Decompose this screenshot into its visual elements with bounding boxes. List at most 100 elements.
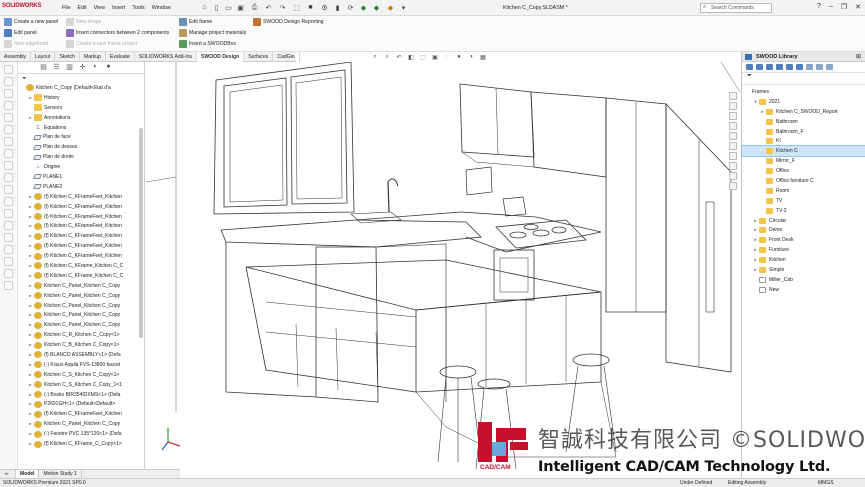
dropdown-icon[interactable]: ▾ (399, 3, 408, 12)
menu-tools[interactable]: Tools (132, 5, 144, 11)
tree-item[interactable]: Sensors (18, 103, 144, 113)
tool-icon[interactable] (4, 209, 13, 218)
tree-item[interactable]: ▸ (-) Kraus Aquila FVS-13800 faucet (18, 360, 144, 370)
tree-item[interactable]: ▸ History (18, 93, 144, 103)
library-item[interactable]: KI (742, 136, 865, 146)
expand-arrow-icon[interactable]: ▸ (752, 257, 759, 263)
tree-item[interactable]: ⊥ Origine (18, 162, 144, 172)
tab-model[interactable]: Model (16, 470, 40, 478)
redo-icon[interactable]: ↷ (278, 3, 287, 12)
expand-arrow-icon[interactable]: ▸ (759, 109, 766, 115)
swood-cam-icon[interactable]: ◆ (372, 3, 381, 12)
tab-markup[interactable]: Markup (80, 52, 106, 62)
expand-arrow-icon[interactable]: ▸ (27, 233, 34, 239)
help-icon[interactable]: ? (817, 3, 821, 11)
expand-arrow-icon[interactable]: ▸ (27, 322, 34, 328)
insert-connectors-button[interactable]: Insert connectors between 2 components (66, 28, 169, 37)
select-icon[interactable]: ⬚ (292, 3, 301, 12)
sync-icon[interactable]: ⟳ (346, 3, 355, 12)
expand-arrow-icon[interactable]: ▸ (27, 283, 34, 289)
expand-arrow-icon[interactable]: ▸ (27, 352, 34, 358)
library-item[interactable]: ▸ Demo (742, 225, 865, 235)
zoom-fit-icon[interactable]: ⌕ (370, 54, 380, 63)
manage-materials-button[interactable]: Manage project materials (179, 28, 246, 37)
tool-icon[interactable] (4, 101, 13, 110)
tool-icon[interactable] (4, 233, 13, 242)
scene-icon[interactable]: ◑ (466, 54, 476, 63)
library-item[interactable]: Office furniture C (742, 176, 865, 186)
tool-icon[interactable] (4, 161, 13, 170)
appearance-icon[interactable]: ● (103, 63, 114, 73)
tab-motion-study[interactable]: Motion Study 1 (39, 470, 82, 478)
previous-view-icon[interactable]: ↶ (394, 54, 404, 63)
tree-item[interactable]: ▸ Kitchen C_Panel_Kitchen C_Copy (18, 301, 144, 311)
task-pane-tab[interactable] (729, 122, 737, 130)
library-item[interactable]: Bathroom (742, 117, 865, 127)
menu-edit[interactable]: Edit (78, 5, 87, 11)
tree-item[interactable]: Σ Equations (18, 123, 144, 133)
expand-arrow-icon[interactable]: ▸ (27, 421, 34, 427)
tree-item[interactable]: ▸ Kitchen C_Panel_Kitchen C_Copy (18, 281, 144, 291)
library-item[interactable]: ▸ Circular (742, 216, 865, 226)
library-item[interactable]: ▸ Front Desk (742, 235, 865, 245)
tree-item[interactable]: ▸ (f) Kitchen C_KFrameFeet_Kitchen (18, 231, 144, 241)
tree-item[interactable]: ▸ Kitchen C_S_Kitchen C_Copy<1> (18, 370, 144, 380)
library-filter-icon[interactable]: ⏷ (742, 73, 865, 85)
tree-item[interactable]: ▸ Kitchen C_Panel_Kitchen C_Copy (18, 419, 144, 429)
scroll-left-icon[interactable]: ◂▸ (0, 470, 16, 478)
library-item[interactable]: ▸ Furniture (742, 245, 865, 255)
swood-report-icon[interactable]: ◆ (386, 3, 395, 12)
expand-arrow-icon[interactable]: ▸ (27, 401, 34, 407)
crosshair-icon[interactable]: ✛ (77, 63, 88, 73)
library-item[interactable]: Kitchen C (741, 145, 865, 158)
undo-icon[interactable]: ↶ (264, 3, 273, 12)
menu-window[interactable]: Window (152, 5, 171, 11)
expand-arrow-icon[interactable]: ▸ (27, 312, 34, 318)
menu-insert[interactable]: Insert (112, 5, 125, 11)
expand-arrow-icon[interactable]: ▸ (27, 303, 34, 309)
display-manager-icon[interactable]: ◐ (90, 63, 101, 73)
frame-library-icon[interactable] (776, 64, 783, 70)
tree-item[interactable]: PLANE2 (18, 182, 144, 192)
tree-item[interactable]: ▸ (f) Kitchen C_KFrameFeet_Kitchen (18, 202, 144, 212)
view-orientation-icon[interactable]: ⬚ (418, 54, 428, 63)
tree-item[interactable]: ▸ (-) Fenetre PVC 135*120<1> (Defa (18, 429, 144, 439)
tool-icon[interactable] (4, 137, 13, 146)
expand-arrow-icon[interactable]: ▸ (752, 218, 759, 224)
tree-item[interactable]: ▸ Kitchen C_S_Kitchen C_Copy_1<1 (18, 380, 144, 390)
tree-item[interactable]: ▸ (f) BLANCO ASSEMBLY<1> (Defa (18, 350, 144, 360)
expand-arrow-icon[interactable]: ▸ (27, 95, 34, 101)
tool-icon[interactable] (4, 65, 13, 74)
view-settings-icon[interactable]: ▦ (478, 54, 488, 63)
graphics-area[interactable] (146, 62, 740, 469)
library-item[interactable]: TV (742, 196, 865, 206)
tab-sketch[interactable]: Sketch (55, 52, 80, 62)
tool-icon[interactable] (4, 197, 13, 206)
expand-arrow-icon[interactable]: ▸ (27, 382, 34, 388)
library-item[interactable]: New (742, 285, 865, 295)
tree-item[interactable]: ▸ Annotations (18, 113, 144, 123)
home-library-icon[interactable] (746, 64, 753, 70)
expand-arrow-icon[interactable]: ▸ (752, 227, 759, 233)
tab-assembly[interactable]: Assembly (0, 52, 32, 62)
swood-icon[interactable]: ◆ (359, 3, 368, 12)
library-item[interactable]: Mirror_F (742, 156, 865, 166)
expand-arrow-icon[interactable]: ▸ (27, 223, 34, 229)
tree-item[interactable]: ▸ (f) Kitchen C_KFrame_C_Copy<1> (18, 439, 144, 449)
tool-icon[interactable] (4, 245, 13, 254)
new-document-icon[interactable]: ▯ (212, 3, 221, 12)
property-manager-icon[interactable]: ☰ (51, 63, 62, 73)
tool-icon[interactable] (4, 149, 13, 158)
tree-item[interactable]: ▸ (f) Kitchen C_KFrameFeet_Kitchen (18, 251, 144, 261)
expand-arrow-icon[interactable]: ▸ (27, 362, 34, 368)
tree-item[interactable]: Plan de droite (18, 152, 144, 162)
expand-arrow-icon[interactable]: ▾ (752, 99, 759, 105)
tool-icon[interactable] (4, 113, 13, 122)
door-library-icon[interactable] (796, 64, 803, 70)
menu-file[interactable]: File (62, 5, 71, 11)
tree-filter-icon[interactable]: ⏷ (22, 76, 27, 83)
tool-icon[interactable] (4, 257, 13, 266)
tree-item[interactable]: Plan de face (18, 132, 144, 142)
section-view-icon[interactable]: ◧ (406, 54, 416, 63)
minimize-icon[interactable]: – (829, 3, 833, 11)
